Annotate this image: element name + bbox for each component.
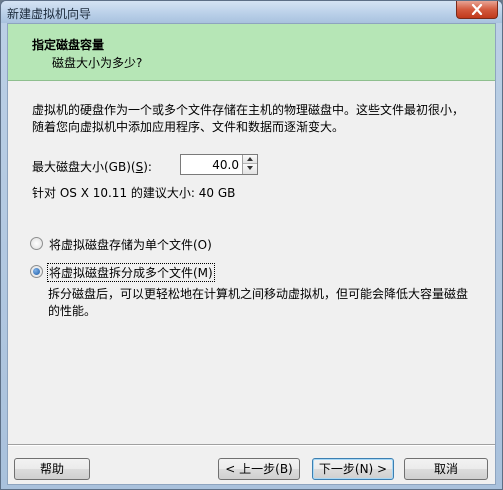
- wizard-header: 指定磁盘容量 磁盘大小为多少?: [8, 24, 495, 81]
- window-title: 新建虚拟机向导: [7, 7, 92, 21]
- recommended-size: 针对 OS X 10.11 的建议大小: 40 GB: [32, 186, 236, 200]
- help-button[interactable]: 帮助: [14, 458, 90, 480]
- page-title: 指定磁盘容量: [32, 38, 105, 52]
- next-button[interactable]: 下一步(N) >: [312, 458, 394, 480]
- max-disk-size-stepper[interactable]: 40.0: [180, 154, 258, 175]
- arrow-up-icon: [247, 157, 253, 161]
- max-disk-size-label-suffix: ):: [143, 160, 152, 174]
- max-disk-size-input[interactable]: 40.0: [183, 158, 239, 172]
- radio-single-file-label[interactable]: 将虚拟磁盘存储为单个文件(O): [48, 236, 213, 253]
- disk-description: 虚拟机的硬盘作为一个或多个文件存储在主机的物理磁盘中。这些文件最初很小，随着您向…: [32, 103, 465, 134]
- close-icon: [471, 4, 483, 15]
- radio-split-files-button[interactable]: [30, 265, 43, 278]
- wizard-window: 新建虚拟机向导 指定磁盘容量 磁盘大小为多少? 虚拟机的硬盘作为一个或多个文件存…: [0, 0, 503, 490]
- title-bar[interactable]: 新建虚拟机向导: [1, 1, 502, 23]
- stepper-buttons: [242, 155, 257, 174]
- footer-divider: [8, 444, 495, 446]
- page-subtitle: 磁盘大小为多少?: [52, 56, 143, 70]
- max-disk-size-label: 最大磁盘大小(GB)(S):: [32, 158, 152, 175]
- cancel-button[interactable]: 取消: [404, 458, 488, 480]
- radio-split-files-label[interactable]: 将虚拟磁盘拆分成多个文件(M): [47, 263, 215, 282]
- arrow-down-icon: [247, 166, 253, 170]
- stepper-up-button[interactable]: [243, 155, 257, 164]
- max-disk-size-label-prefix: 最大磁盘大小(GB)(: [32, 160, 136, 174]
- wizard-body: 指定磁盘容量 磁盘大小为多少? 虚拟机的硬盘作为一个或多个文件存储在主机的物理磁…: [7, 23, 496, 485]
- close-button[interactable]: [456, 1, 498, 19]
- back-button[interactable]: < 上一步(B): [218, 458, 300, 480]
- stepper-down-button[interactable]: [243, 164, 257, 174]
- radio-single-file-button[interactable]: [30, 237, 43, 250]
- split-files-note: 拆分磁盘后，可以更轻松地在计算机之间移动虚拟机，但可能会降低大容量磁盘的性能。: [48, 287, 469, 318]
